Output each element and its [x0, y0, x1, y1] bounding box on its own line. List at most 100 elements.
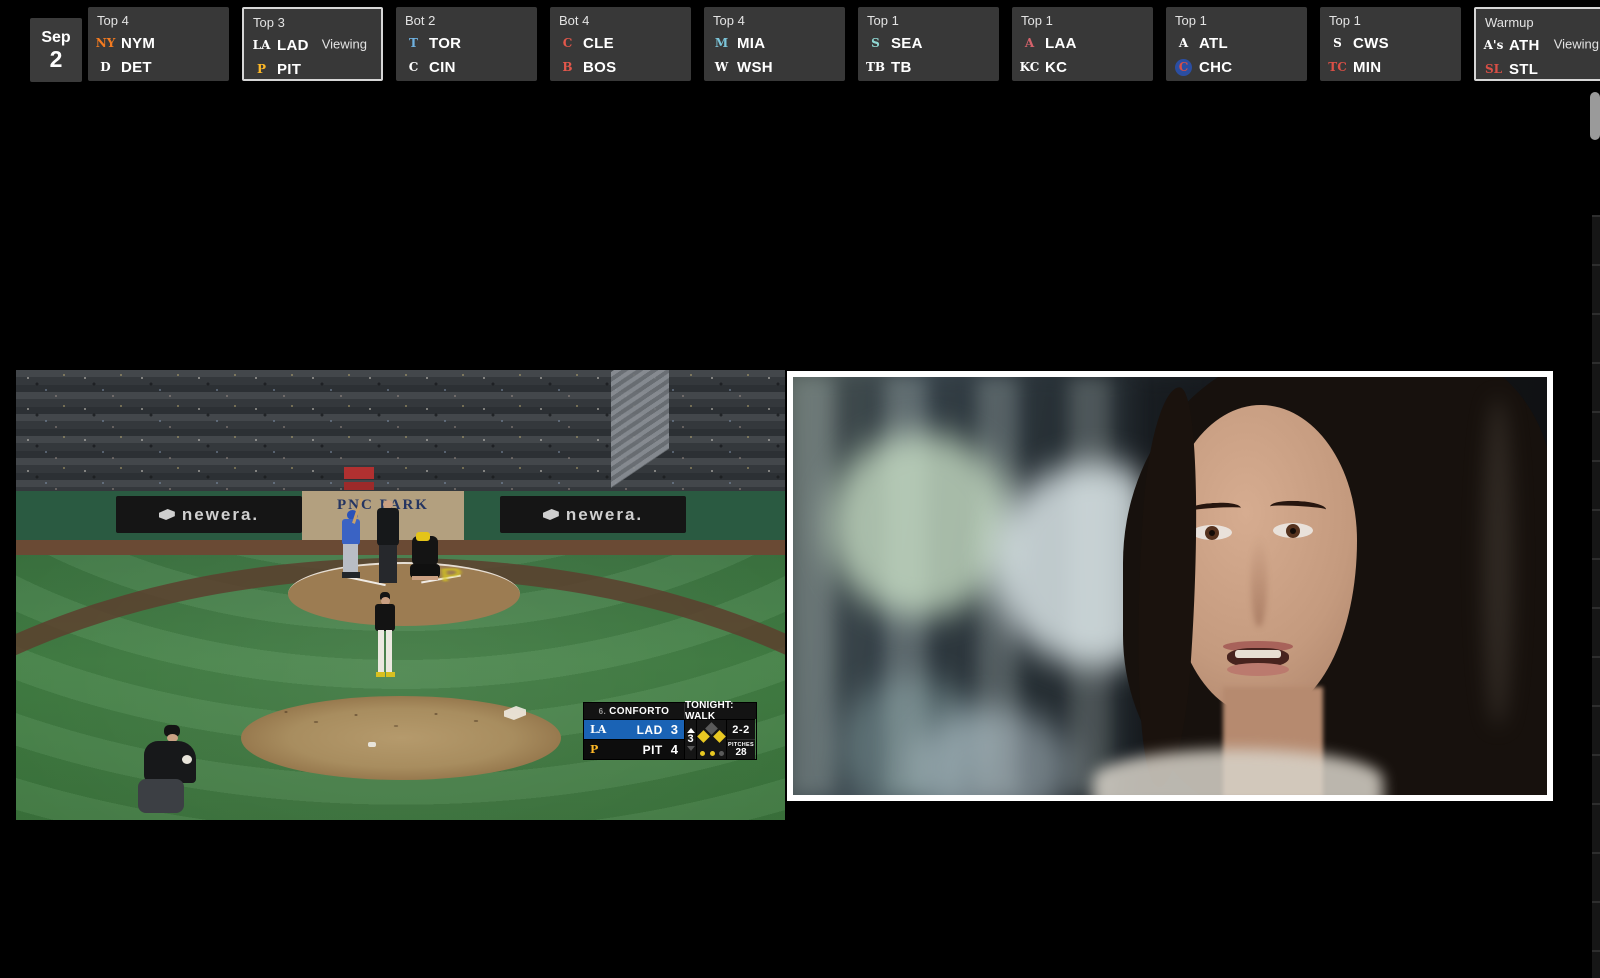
home-team-row: B BOS — [559, 55, 682, 79]
ball-strike-count: 2-2 — [727, 719, 755, 739]
facade-banner — [344, 467, 374, 479]
away-team-abbr: MIA — [737, 35, 765, 52]
pitch-count: PITCHES 28 — [727, 739, 755, 759]
home-team-abbr: WSH — [737, 59, 773, 76]
date-month: Sep — [30, 29, 82, 47]
home-score: 4 — [671, 742, 678, 757]
home-team-abbr: DET — [121, 59, 152, 76]
game-tile-ath-stl[interactable]: Warmup A's ATH SL STL Viewing — [1474, 7, 1600, 81]
away-team-row: T TOR — [405, 31, 528, 55]
scrollbar-thumb[interactable] — [1590, 92, 1600, 140]
home-team-row: P PIT — [253, 57, 372, 81]
away-team-abbr: SEA — [891, 35, 923, 52]
game-tile-tor-cin[interactable]: Bot 2 T TOR C CIN — [396, 7, 537, 81]
scorebug-home-row: P PIT 4 — [584, 739, 684, 759]
video-pane-baseball[interactable]: PNC PARK newera. newera. P — [16, 370, 785, 820]
home-team-abbr: CHC — [1199, 59, 1232, 76]
game-status: Top 4 — [713, 13, 836, 28]
game-status: Top 1 — [1175, 13, 1298, 28]
game-status: Warmup — [1485, 15, 1600, 30]
mound-texture — [276, 706, 526, 746]
hair-highlight — [1483, 397, 1513, 727]
catcher-figure — [408, 532, 440, 590]
away-team-logo-icon: A's — [1485, 37, 1502, 54]
game-status: Top 4 — [97, 13, 220, 28]
away-team-row: NY NYM — [97, 31, 220, 55]
home-team-logo-icon: SL — [1485, 61, 1502, 78]
scorebug-note: TONIGHT: WALK — [684, 703, 756, 719]
away-team-row: A ATL — [1175, 31, 1298, 55]
eyebrow — [1270, 500, 1327, 517]
ball-attendant-figure — [136, 725, 211, 820]
inning-bottom-arrow-icon — [687, 746, 695, 751]
away-team-abbr: ATL — [1199, 35, 1228, 52]
game-tile-nym-det[interactable]: Top 4 NY NYM D DET — [88, 7, 229, 81]
away-team-logo-icon: NY — [97, 35, 114, 52]
newera-ad-banner: newera. — [116, 496, 302, 533]
game-tile-sea-tb[interactable]: Top 1 S SEA TB TB — [858, 7, 999, 81]
outs-display — [700, 751, 724, 756]
base-first — [713, 730, 726, 743]
home-team-row: C CIN — [405, 55, 528, 79]
viewing-badge: Viewing — [1554, 37, 1599, 52]
home-team-abbr: TB — [891, 59, 912, 76]
away-team-abbr: CWS — [1353, 35, 1389, 52]
away-team-logo-icon: A — [1021, 35, 1038, 52]
video-pane-commercial[interactable] — [787, 371, 1553, 801]
home-team-abbr: BOS — [583, 59, 616, 76]
away-team-row: M MIA — [713, 31, 836, 55]
away-team-row: A LAA — [1021, 31, 1144, 55]
game-status: Top 1 — [1329, 13, 1452, 28]
away-team-logo-icon: S — [867, 35, 884, 52]
away-team-abbr: ATH — [1509, 37, 1540, 54]
eye — [1273, 523, 1313, 538]
viewing-badge: Viewing — [322, 37, 367, 52]
away-team-abbr: LAD — [277, 37, 309, 54]
away-team-logo-icon: LA — [253, 37, 270, 54]
home-team-logo-icon: C — [405, 59, 422, 76]
away-team-row: C CLE — [559, 31, 682, 55]
game-tile-atl-chc[interactable]: Top 1 A ATL C CHC — [1166, 7, 1307, 81]
home-team-row: SL STL — [1485, 57, 1600, 81]
batter-name: CONFORTO — [609, 706, 669, 717]
home-team-logo-icon: W — [713, 59, 730, 76]
newera-flag-icon — [543, 509, 559, 520]
pirates-grass-logo-icon: P — [439, 564, 464, 586]
rosin-bag — [368, 742, 376, 747]
home-team-abbr: KC — [1045, 59, 1067, 76]
scorebug-batter: 6. CONFORTO — [584, 703, 684, 719]
home-team-row: C CHC — [1175, 55, 1298, 79]
game-status: Bot 2 — [405, 13, 528, 28]
home-team-abbr: PIT — [277, 61, 301, 78]
home-abbr: PIT — [606, 743, 663, 757]
right-edge-strip — [1592, 215, 1600, 978]
away-score: 3 — [671, 722, 678, 737]
date-day: 2 — [30, 47, 82, 71]
scorebug-away-row: LA LAD 3 — [584, 719, 684, 739]
home-team-logo-icon: TB — [867, 59, 884, 76]
game-status: Bot 4 — [559, 13, 682, 28]
game-tile-cle-bos[interactable]: Bot 4 C CLE B BOS — [550, 7, 691, 81]
umpire-figure — [374, 500, 402, 588]
scorebug: 6. CONFORTO TONIGHT: WALK LA LAD 3 P PIT… — [584, 703, 756, 759]
game-status: Top 1 — [1021, 13, 1144, 28]
newera-flag-icon — [159, 509, 175, 520]
home-team-row: D DET — [97, 55, 220, 79]
away-team-abbr: LAA — [1045, 35, 1077, 52]
game-tile-lad-pit[interactable]: Top 3 LA LAD P PIT Viewing — [242, 7, 383, 81]
date-box: Sep 2 — [30, 18, 82, 82]
teeth — [1235, 650, 1281, 658]
game-tile-mia-wsh[interactable]: Top 4 M MIA W WSH — [704, 7, 845, 81]
away-team-logo-icon: M — [713, 35, 730, 52]
away-team-row: S CWS — [1329, 31, 1452, 55]
away-team-row: S SEA — [867, 31, 990, 55]
away-team-abbr: CLE — [583, 35, 614, 52]
bokeh-light — [828, 432, 1013, 617]
game-tile-cws-min[interactable]: Top 1 S CWS TC MIN — [1320, 7, 1461, 81]
home-team-row: TC MIN — [1329, 55, 1452, 79]
game-tile-laa-kc[interactable]: Top 1 A LAA KC KC — [1012, 7, 1153, 81]
home-team-abbr: CIN — [429, 59, 456, 76]
home-team-row: W WSH — [713, 55, 836, 79]
game-status: Top 1 — [867, 13, 990, 28]
home-team-row: KC KC — [1021, 55, 1144, 79]
